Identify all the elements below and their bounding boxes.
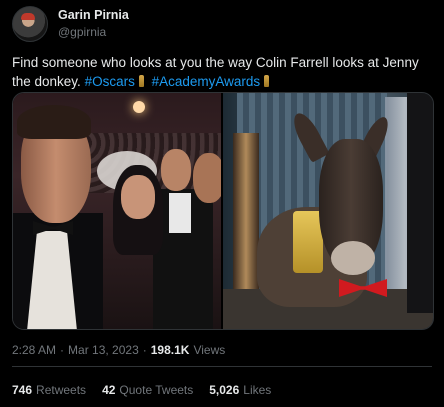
stage-light xyxy=(133,101,145,113)
man-face xyxy=(161,149,191,191)
quotes-stat[interactable]: 42 Quote Tweets xyxy=(102,383,193,397)
quotes-count: 42 xyxy=(102,383,116,397)
tweet: Garin Pirnia @gpirnia Find someone who l… xyxy=(0,0,444,407)
likes-label: Likes xyxy=(243,383,272,397)
author-display-name[interactable]: Garin Pirnia xyxy=(58,8,129,23)
tweet-text: Find someone who looks at you the way Co… xyxy=(12,53,432,91)
hashtag-academyawards[interactable]: #AcademyAwards xyxy=(152,74,261,89)
oscar-statuette-icon xyxy=(138,75,144,87)
author-handle[interactable]: @gpirnia xyxy=(58,25,129,40)
retweets-label: Retweets xyxy=(36,383,87,397)
retweets-count: 746 xyxy=(12,383,33,397)
man-shirt xyxy=(169,193,191,233)
author-names: Garin Pirnia @gpirnia xyxy=(58,8,129,40)
avatar[interactable] xyxy=(12,6,48,42)
handler-figure xyxy=(407,93,433,313)
quotes-label: Quote Tweets xyxy=(119,383,194,397)
media-grid xyxy=(12,92,434,330)
tweet-stats: 746 Retweets 42 Quote Tweets 5,026 Likes xyxy=(12,383,287,397)
likes-count: 5,026 xyxy=(209,383,240,397)
colin-farrell-photo[interactable] xyxy=(13,93,221,329)
meta-separator: · xyxy=(60,343,65,357)
tweet-meta: 2:28 AM · Mar 13, 2023 · 198.1K Views xyxy=(12,343,225,357)
views-label: Views xyxy=(193,343,226,357)
tweet-header: Garin Pirnia @gpirnia xyxy=(12,6,129,42)
tweet-date[interactable]: Mar 13, 2023 xyxy=(68,343,139,357)
hashtag-oscars[interactable]: #Oscars xyxy=(85,74,135,89)
oscar-statuette-icon xyxy=(264,75,270,87)
woman-face xyxy=(121,175,155,219)
colin-hair xyxy=(17,105,91,139)
man-face-right xyxy=(193,153,221,203)
views-count: 198.1K xyxy=(150,343,190,357)
retweets-stat[interactable]: 746 Retweets xyxy=(12,383,86,397)
divider xyxy=(12,366,432,367)
stage-column xyxy=(233,133,259,293)
donkey-muzzle xyxy=(331,241,375,275)
likes-stat[interactable]: 5,026 Likes xyxy=(209,383,271,397)
tweet-time[interactable]: 2:28 AM xyxy=(12,343,56,357)
jenny-the-donkey-photo[interactable] xyxy=(223,93,433,329)
meta-separator: · xyxy=(142,343,147,357)
